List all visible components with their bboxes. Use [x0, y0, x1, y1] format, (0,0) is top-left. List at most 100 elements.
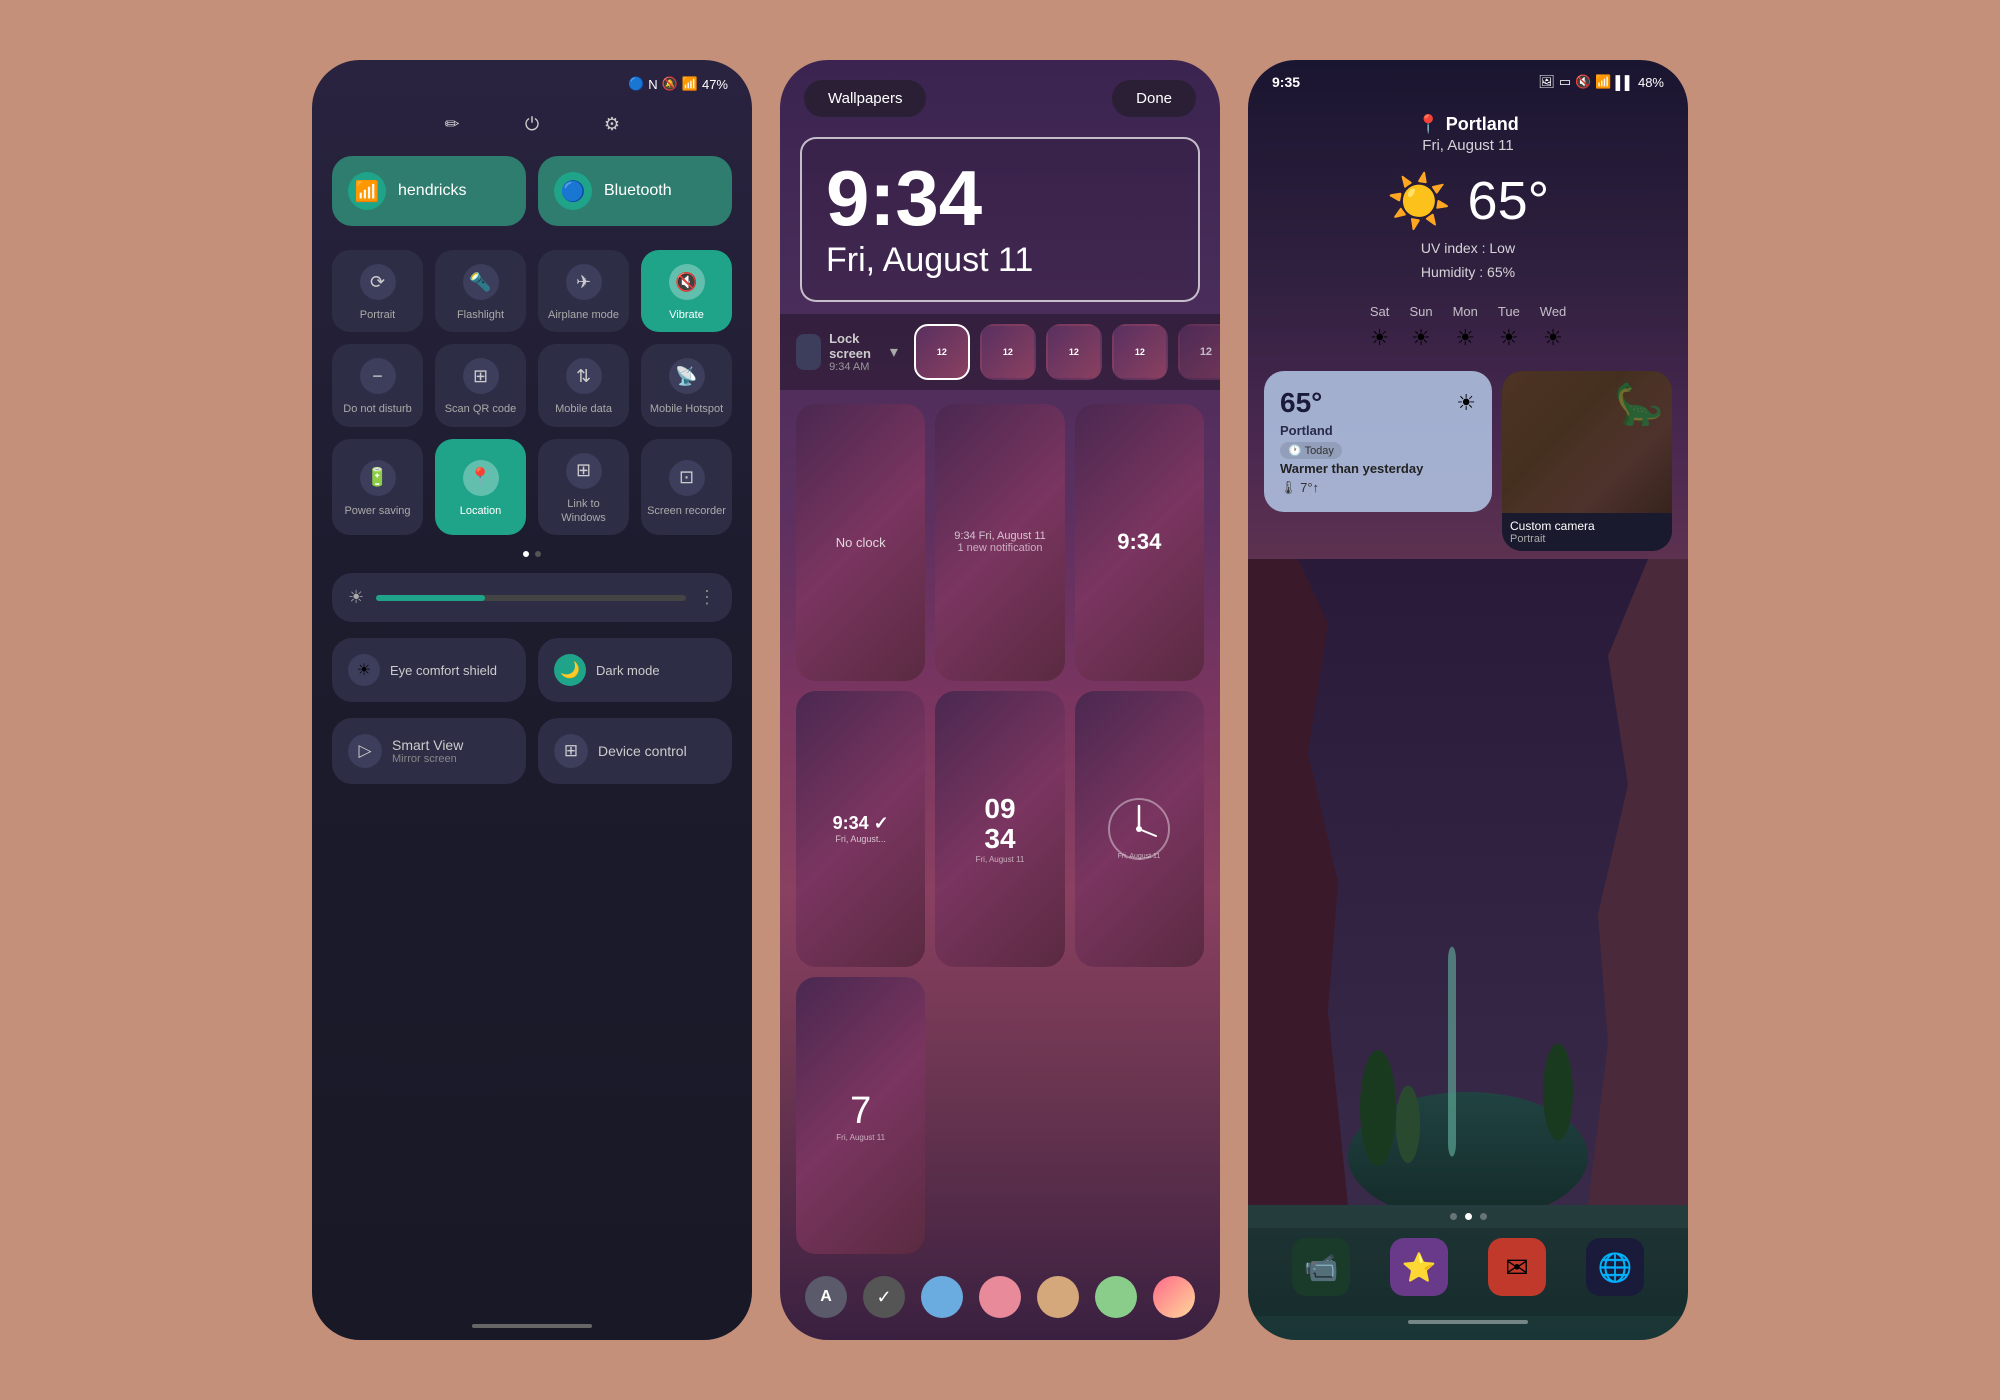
dot-2	[1465, 1213, 1472, 1220]
pencil-button[interactable]: ✏	[436, 108, 468, 140]
location-icon: 📍	[463, 460, 499, 496]
color-green[interactable]	[1095, 1276, 1137, 1318]
hs-status-right: 🖼 ▭ 🔇 📶 ▌▌ 48%	[1538, 74, 1664, 90]
hs-status-bar: 9:35 🖼 ▭ 🔇 📶 ▌▌ 48%	[1248, 60, 1688, 94]
weather-date: Fri, August 11	[1268, 137, 1668, 154]
power-button[interactable]: ⏻	[516, 108, 548, 140]
eye-comfort-toggle[interactable]: ☀ Eye comfort shield	[332, 638, 526, 702]
color-alpha[interactable]: A	[805, 1276, 847, 1318]
lock-title: Lock screen	[829, 331, 882, 361]
color-peach[interactable]	[1037, 1276, 1079, 1318]
style-thumb-3[interactable]: 12	[1046, 324, 1102, 380]
portrait-sublabel: Portrait	[1510, 533, 1664, 545]
vibrate-label: Vibrate	[669, 308, 704, 322]
clock-style-digital-sm[interactable]: 9:34 Fri, August 11 1 new notification	[935, 404, 1064, 681]
clock-style-digital-lg[interactable]: 9:34	[1075, 404, 1204, 681]
dock-page-dots	[1248, 1205, 1688, 1228]
meet-app[interactable]: 📹	[1292, 1238, 1350, 1296]
dot-1	[523, 551, 529, 557]
wallpapers-button[interactable]: Wallpapers	[804, 80, 926, 117]
wed-icon: ☀	[1543, 325, 1563, 351]
settings-button[interactable]: ⚙	[596, 108, 628, 140]
lock-sub: 9:34 AM	[829, 361, 882, 373]
clock-style-twoline[interactable]: 09 34 Fri, August 11	[935, 691, 1064, 968]
airplane-icon: ✈	[566, 264, 602, 300]
style-thumb-1[interactable]: 12	[914, 324, 970, 380]
feature-row: ☀ Eye comfort shield 🌙 Dark mode	[332, 638, 732, 702]
brightness-fill	[376, 595, 484, 601]
brightness-more[interactable]: ⋮	[698, 587, 716, 608]
clock-style-analog[interactable]: Fri, August 11	[1075, 691, 1204, 968]
camera-card[interactable]: 🦕 Custom camera Portrait	[1502, 371, 1672, 551]
device-control-label: Device control	[598, 743, 687, 759]
color-check[interactable]: ✓	[863, 1276, 905, 1318]
done-button[interactable]: Done	[1112, 80, 1196, 117]
screenrec-tile[interactable]: ⊡ Screen recorder	[641, 439, 732, 536]
powersave-tile[interactable]: 🔋 Power saving	[332, 439, 423, 536]
style-thumb-2[interactable]: 12	[980, 324, 1036, 380]
device-control-text: Device control	[598, 743, 687, 759]
settings-icon: ⚙	[604, 114, 620, 135]
quick-tiles-grid: ⟳ Portrait 🔦 Flashlight ✈ Airplane mode …	[312, 242, 752, 543]
svg-text:Fri, August 11: Fri, August 11	[1118, 853, 1161, 860]
style-strip: Lock screen 9:34 AM ▾ 12 12 12 12 12 12	[780, 314, 1220, 390]
forecast-tue: Tue ☀	[1498, 304, 1520, 351]
smart-view-label: Smart View	[392, 737, 463, 753]
weekly-forecast: Sat ☀ Sun ☀ Mon ☀ Tue ☀ Wed ☀	[1248, 304, 1688, 351]
device-control-button[interactable]: ⊞ Device control	[538, 718, 732, 784]
bluetooth-icon: 🔵	[554, 172, 592, 210]
vibrate-tile[interactable]: 🔇 Vibrate	[641, 250, 732, 332]
smart-view-button[interactable]: ▷ Smart View Mirror screen	[332, 718, 526, 784]
dnd-tile[interactable]: − Do not disturb	[332, 344, 423, 426]
temp-row: ☀️ 65°	[1268, 170, 1668, 232]
uv-index: UV index : Low	[1268, 240, 1668, 256]
pencil-icon: ✏	[444, 114, 459, 135]
gmail-app[interactable]: ✉	[1488, 1238, 1546, 1296]
power-icon: ⏻	[525, 114, 539, 135]
brightness-bar[interactable]	[376, 595, 686, 601]
airplane-label: Airplane mode	[548, 308, 619, 322]
brightness-icon: ☀	[348, 587, 364, 608]
location-label: Location	[460, 504, 502, 518]
temperature: 65°	[1468, 170, 1550, 232]
clock-preview: 9:34 Fri, August 11	[800, 137, 1200, 302]
flashlight-tile[interactable]: 🔦 Flashlight	[435, 250, 526, 332]
hotspot-tile[interactable]: 📡 Mobile Hotspot	[641, 344, 732, 426]
color-pink[interactable]	[979, 1276, 1021, 1318]
tue-label: Tue	[1498, 304, 1520, 319]
portrait-tile[interactable]: ⟳ Portrait	[332, 250, 423, 332]
wifi-toggle[interactable]: 📶 hendricks	[332, 156, 526, 226]
smart-view-sub: Mirror screen	[392, 753, 463, 765]
link-tile[interactable]: ⊞ Link to Windows	[538, 439, 629, 536]
meet-icon: 📹	[1304, 1251, 1339, 1284]
bluetooth-label: Bluetooth	[604, 182, 672, 200]
style-thumb-4[interactable]: 12	[1112, 324, 1168, 380]
sun-icon2: ☀	[1411, 325, 1431, 351]
dark-mode-toggle[interactable]: 🌙 Dark mode	[538, 638, 732, 702]
weather-location: 📍 Portland	[1268, 114, 1668, 135]
color-blue[interactable]	[921, 1276, 963, 1318]
location-tile[interactable]: 📍 Location	[435, 439, 526, 536]
clock-icon: 🕐	[1288, 445, 1302, 457]
style-thumb-5[interactable]: 12	[1178, 324, 1220, 380]
portrait-label: Portrait	[360, 308, 395, 322]
clock-style-noclock[interactable]: No clock	[796, 404, 925, 681]
bottom-row: ▷ Smart View Mirror screen ⊞ Device cont…	[332, 718, 732, 784]
hs-mute-icon: 🔇	[1575, 74, 1591, 90]
status-icons: 🔵 N 🔕 📶 47%	[628, 76, 728, 92]
bluetooth-toggle[interactable]: 🔵 Bluetooth	[538, 156, 732, 226]
brightness-control[interactable]: ☀ ⋮	[332, 573, 732, 622]
location-pin-icon: 📍	[1417, 114, 1439, 135]
dnd-label: Do not disturb	[343, 402, 411, 416]
airplane-tile[interactable]: ✈ Airplane mode	[538, 250, 629, 332]
detailed-weather-card[interactable]: 65° ☀ Portland 🕐 Today Warmer than yeste…	[1264, 371, 1492, 512]
clock-style-minimal[interactable]: 7 Fri, August 11	[796, 977, 925, 1254]
clock-style-digital-date[interactable]: 9:34 ✓ Fri, August...	[796, 691, 925, 968]
chrome-app[interactable]: 🌐	[1586, 1238, 1644, 1296]
mobiledata-tile[interactable]: ⇅ Mobile data	[538, 344, 629, 426]
qr-tile[interactable]: ⊞ Scan QR code	[435, 344, 526, 426]
forecast-sat: Sat ☀	[1370, 304, 1390, 351]
color-gradient[interactable]	[1153, 1276, 1195, 1318]
star-app[interactable]: ⭐	[1390, 1238, 1448, 1296]
card-location: Portland	[1280, 423, 1476, 438]
